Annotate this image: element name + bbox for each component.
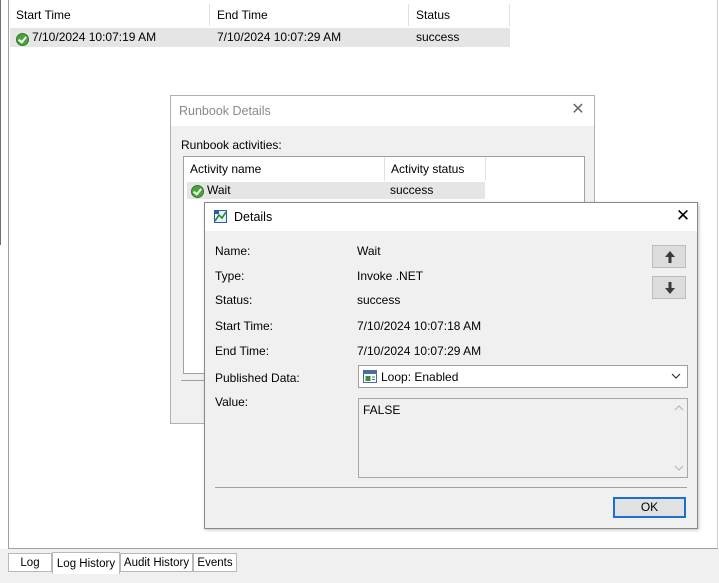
runbook-activities-label: Runbook activities: <box>181 138 282 152</box>
start-time-value: 7/10/2024 10:07:18 AM <box>357 319 482 333</box>
list-item[interactable]: Wait success <box>187 182 485 199</box>
end-time-value: 7/10/2024 10:07:29 AM <box>357 344 482 358</box>
tab-events[interactable]: Events <box>193 553 237 572</box>
published-data-dropdown[interactable]: Loop: Enabled <box>358 365 688 388</box>
activity-name: Wait <box>207 183 231 197</box>
type-value: Invoke .NET <box>357 269 424 283</box>
value-label: Value: <box>215 395 249 409</box>
data-item-icon <box>363 370 377 383</box>
details-dialog-title: Details <box>234 210 273 224</box>
details-dialog-titlebar[interactable] <box>205 203 697 231</box>
column-header-activity-name[interactable]: Activity name <box>184 157 385 181</box>
tab-log-history[interactable]: Log History <box>52 552 120 574</box>
name-label: Name: <box>215 244 251 258</box>
details-dialog: Details ✕ Name: Wait Type: Invoke .NET S… <box>204 202 698 529</box>
app-icon <box>214 210 227 223</box>
column-header-status[interactable]: Status <box>409 4 510 26</box>
value-textbox[interactable]: FALSE <box>358 398 688 478</box>
type-label: Type: <box>215 269 245 283</box>
runbook-dialog-title: Runbook Details <box>179 104 271 118</box>
vertical-scrollbar[interactable] <box>671 400 687 476</box>
published-data-selected: Loop: Enabled <box>381 370 459 384</box>
status-label: Status: <box>215 293 253 307</box>
value-text: FALSE <box>363 403 401 417</box>
previous-button[interactable] <box>652 245 686 268</box>
column-header-start-time[interactable]: Start Time <box>9 4 210 26</box>
column-header-activity-status[interactable]: Activity status <box>385 157 486 181</box>
column-header-end-time[interactable]: End Time <box>210 4 409 26</box>
end-time-label: End Time: <box>215 344 270 358</box>
published-data-label: Published Data: <box>215 371 300 385</box>
tab-log[interactable]: Log <box>8 553 52 572</box>
close-icon[interactable]: ✕ <box>675 207 691 224</box>
left-border <box>0 0 1 245</box>
success-check-icon <box>191 184 204 201</box>
start-time-label: Start Time: <box>215 319 274 333</box>
table-row[interactable]: 7/10/2024 10:07:19 AM 7/10/2024 10:07:29… <box>10 28 510 47</box>
status-value: success <box>357 293 401 307</box>
name-value: Wait <box>357 244 381 258</box>
arrow-up-icon <box>665 251 675 263</box>
row-end-time: 7/10/2024 10:07:29 AM <box>217 30 342 44</box>
next-button[interactable] <box>652 276 686 299</box>
close-icon[interactable]: ✕ <box>571 102 585 118</box>
ok-button[interactable]: OK <box>613 497 686 518</box>
tab-audit-history[interactable]: Audit History <box>120 553 193 572</box>
chevron-down-icon[interactable] <box>671 372 681 380</box>
row-status: success <box>416 30 460 44</box>
row-start-time: 7/10/2024 10:07:19 AM <box>32 30 157 44</box>
activity-status: success <box>390 183 434 197</box>
arrow-down-icon <box>665 282 675 294</box>
divider <box>215 487 687 488</box>
success-check-icon <box>16 31 29 50</box>
